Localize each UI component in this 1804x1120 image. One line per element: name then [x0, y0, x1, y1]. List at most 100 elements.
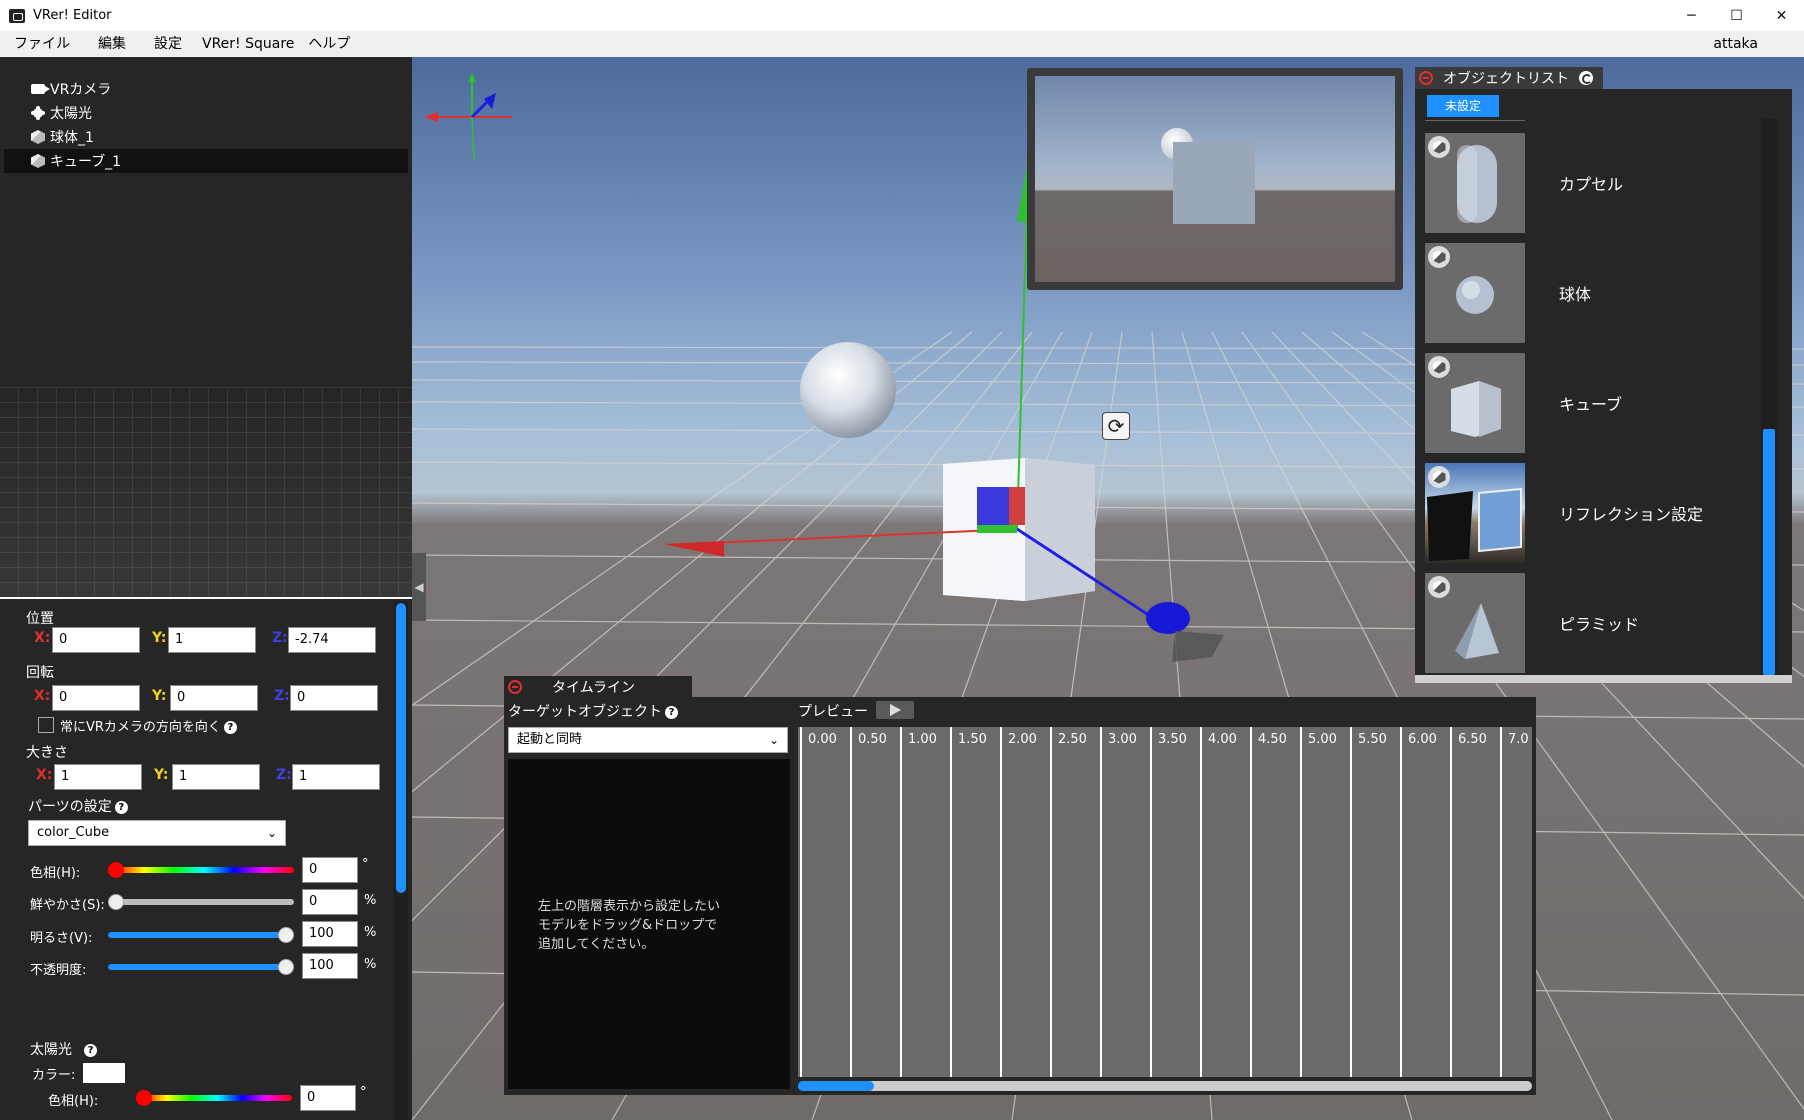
object-list-scrollbar-thumb[interactable] [1763, 429, 1775, 675]
object-list-item-capsule[interactable]: カプセル [1425, 133, 1773, 233]
object-list-item-cube[interactable]: キューブ [1425, 353, 1773, 453]
timeline-tick [800, 727, 802, 1077]
timeline-tick [900, 727, 902, 1077]
brightness-unit: % [364, 925, 377, 940]
collapse-left-panel-button[interactable]: ◀ [412, 553, 426, 621]
timeline-scrollbar[interactable] [798, 1081, 1532, 1091]
face-camera-checkbox[interactable] [38, 717, 54, 733]
scale-z-label: Z: [276, 767, 292, 783]
color-swatch[interactable] [83, 1063, 125, 1083]
sun-icon [30, 105, 46, 121]
scale-z-input[interactable]: 1 [292, 764, 380, 790]
sun-hue-unit: ° [360, 1085, 367, 1100]
brightness-slider[interactable] [108, 932, 292, 938]
menu-bar: ファイル 編集 設定 VRer! Square ヘルプ attaka [0, 31, 1804, 57]
brightness-slider-knob[interactable] [278, 927, 294, 943]
timeline-tick [1400, 727, 1402, 1077]
brightness-input[interactable]: 100 [302, 921, 358, 947]
hue-slider-knob[interactable] [108, 862, 124, 878]
object-list-resize-grip[interactable] [1415, 675, 1792, 683]
trigger-dropdown[interactable]: 起動と同時 ⌄ [508, 727, 788, 753]
rotation-x-input[interactable]: 0 [52, 685, 140, 711]
timeline-tab: タイムライン [504, 676, 692, 698]
hierarchy-item-sphere-1[interactable]: 球体_1 [4, 125, 408, 149]
opacity-input[interactable]: 100 [302, 953, 358, 979]
timeline-tick-label: 3.00 [1108, 732, 1137, 747]
help-icon[interactable]: ? [223, 721, 237, 734]
object-list-item-label: 球体 [1559, 285, 1592, 304]
object-list-item-reflection[interactable]: リフレクション設定 [1425, 463, 1773, 563]
face-camera-label: 常にVRカメラの方向を向く? [60, 716, 237, 735]
parts-dropdown[interactable]: color_Cube ⌄ [28, 820, 286, 846]
object-list-tab: オブジェクトリスト [1415, 67, 1603, 89]
camera-icon [30, 81, 50, 97]
object-list-item-pyramid[interactable]: ピラミッド [1425, 573, 1773, 673]
drop-hint-text: 左上の階層表示から設定したい モデルをドラッグ&ドロップで 追加してください。 [538, 899, 721, 952]
position-y-input[interactable]: 1 [168, 627, 256, 653]
sun-hue-input[interactable]: 0 [300, 1085, 356, 1111]
minimize-panel-icon[interactable] [508, 680, 522, 694]
sun-hue-slider[interactable] [142, 1095, 292, 1101]
help-icon[interactable]: ? [114, 800, 128, 814]
window-title: VRer! Editor [33, 8, 112, 23]
filter-button[interactable]: 未設定 [1427, 95, 1499, 117]
help-icon[interactable]: ? [84, 1043, 97, 1057]
position-z-label: Z: [272, 630, 288, 646]
object-list-item-label: キューブ [1559, 395, 1623, 414]
hue-label: 色相(H): [30, 866, 81, 881]
timeline-tick [1200, 727, 1202, 1077]
timeline-tick [850, 727, 852, 1077]
menu-settings[interactable]: 設定 [140, 31, 196, 57]
hierarchy-item-label: キューブ_1 [50, 154, 122, 170]
capsule-thumbnail [1425, 133, 1525, 233]
menu-help[interactable]: ヘルプ [300, 31, 358, 57]
scale-x-input[interactable]: 1 [54, 764, 142, 790]
rotation-y-label: Y: [152, 688, 167, 704]
saturation-input[interactable]: 0 [302, 889, 358, 915]
menu-vrer-square[interactable]: VRer! Square [196, 31, 300, 57]
hierarchy-item-vr-camera[interactable]: VRカメラ [4, 77, 408, 101]
rotate-icon[interactable]: ⟳ [1102, 412, 1130, 440]
opacity-slider[interactable] [108, 964, 292, 970]
user-name[interactable]: attaka [1713, 31, 1758, 57]
hue-slider[interactable] [114, 867, 294, 873]
position-x-input[interactable]: 0 [52, 627, 140, 653]
play-button[interactable] [876, 701, 914, 719]
camera-preview [1027, 68, 1403, 290]
minimize-button[interactable]: ─ [1669, 0, 1714, 31]
object-list-item-sphere[interactable]: 球体 [1425, 243, 1773, 343]
hierarchy-item-label: 太陽光 [50, 106, 92, 122]
saturation-slider[interactable] [114, 899, 294, 905]
timeline-tick [1500, 727, 1502, 1077]
help-icon[interactable]: ? [665, 705, 678, 719]
refresh-icon[interactable] [1579, 71, 1593, 85]
sphere-thumbnail [1425, 243, 1525, 343]
opacity-label: 不透明度: [30, 963, 87, 978]
opacity-slider-knob[interactable] [278, 959, 294, 975]
menu-file[interactable]: ファイル [0, 31, 84, 57]
object-list-item-label: リフレクション設定 [1559, 505, 1704, 524]
hierarchy-item-sunlight[interactable]: 太陽光 [4, 101, 408, 125]
object-list-panel: 未設定 カプセル 球体 キューブ リフレクション設定 ピラミッド [1415, 89, 1792, 683]
inspector-scrollbar-thumb[interactable] [396, 603, 406, 893]
timeline-scrollbar-thumb[interactable] [798, 1081, 874, 1091]
timeline-tracks[interactable]: 0.00 0.50 1.00 1.50 2.00 2.50 3.00 3.50 4.00 4.50… [798, 727, 1532, 1077]
object-list-title: オブジェクトリスト [1443, 71, 1569, 87]
position-z-input[interactable]: -2.74 [288, 627, 376, 653]
maximize-button[interactable]: ☐ [1714, 0, 1759, 31]
target-drop-area[interactable]: 左上の階層表示から設定したい モデルをドラッグ&ドロップで 追加してください。 [508, 759, 790, 1089]
orientation-gizmo [424, 73, 512, 161]
saturation-slider-knob[interactable] [108, 894, 124, 910]
menu-edit[interactable]: 編集 [84, 31, 140, 57]
hue-input[interactable]: 0 [302, 857, 358, 883]
scale-y-input[interactable]: 1 [172, 764, 260, 790]
preview-cube [1173, 142, 1255, 224]
close-button[interactable]: ✕ [1759, 0, 1804, 31]
rotation-z-input[interactable]: 0 [290, 685, 378, 711]
timeline-tick [1150, 727, 1152, 1077]
minimize-panel-icon[interactable] [1419, 71, 1433, 85]
hierarchy-background [0, 387, 412, 597]
hierarchy-item-cube-1[interactable]: キューブ_1 [4, 149, 408, 173]
sun-hue-slider-knob[interactable] [136, 1090, 152, 1106]
rotation-y-input[interactable]: 0 [170, 685, 258, 711]
